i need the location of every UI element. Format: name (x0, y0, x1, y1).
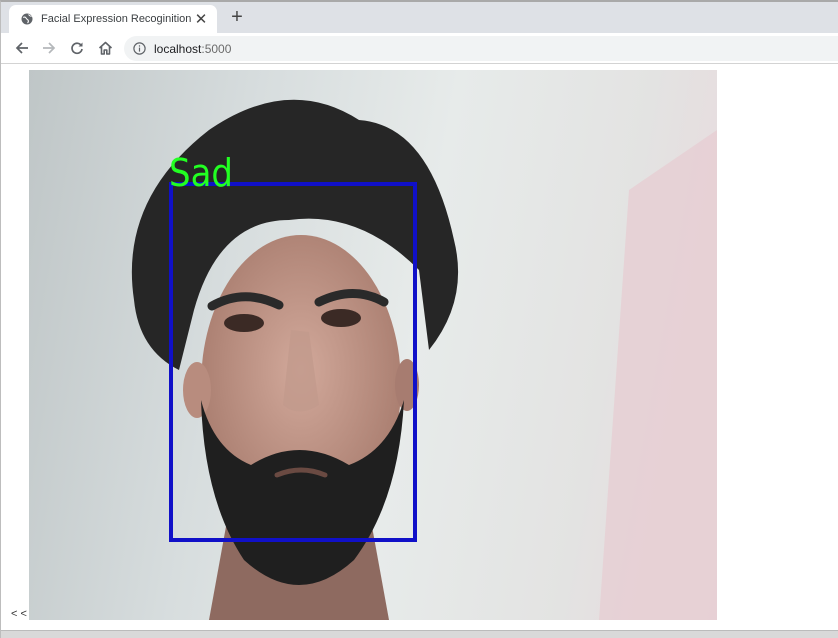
reload-button[interactable] (67, 38, 87, 58)
tab-close-icon[interactable]: ✕ (193, 11, 209, 27)
left-ear (183, 362, 211, 418)
url-text: localhost:5000 (154, 42, 231, 56)
browser-tab[interactable]: Facial Expression Recoginition ✕ (9, 5, 217, 33)
browser-window: Facial Expression Recoginition ✕ + local… (0, 0, 838, 638)
video-feed: Sad (29, 70, 717, 620)
forward-button[interactable] (39, 38, 59, 58)
home-icon (98, 41, 112, 55)
tab-title: Facial Expression Recoginition (41, 13, 192, 25)
window-bottom-edge (1, 630, 838, 638)
address-bar[interactable]: localhost:5000 (124, 36, 838, 61)
back-arrow-icon (15, 42, 28, 54)
expression-label: Sad (169, 151, 233, 195)
curtain (599, 130, 717, 620)
left-eye (224, 314, 264, 332)
browser-toolbar: localhost:5000 (1, 33, 838, 64)
right-eye (321, 309, 361, 327)
globe-icon (21, 13, 33, 25)
page-content: Sad < < (1, 64, 838, 630)
new-tab-button[interactable]: + (227, 7, 247, 27)
reload-icon (71, 42, 83, 55)
home-button[interactable] (95, 38, 115, 58)
info-icon[interactable] (133, 42, 146, 55)
back-button[interactable] (12, 38, 32, 58)
camera-image: Sad (131, 99, 717, 620)
url-host: localhost (154, 41, 202, 56)
forward-arrow-icon (43, 42, 56, 54)
url-port: :5000 (201, 41, 232, 56)
tab-strip: Facial Expression Recoginition ✕ + (1, 2, 838, 33)
page-footer-text: < < (11, 608, 27, 620)
